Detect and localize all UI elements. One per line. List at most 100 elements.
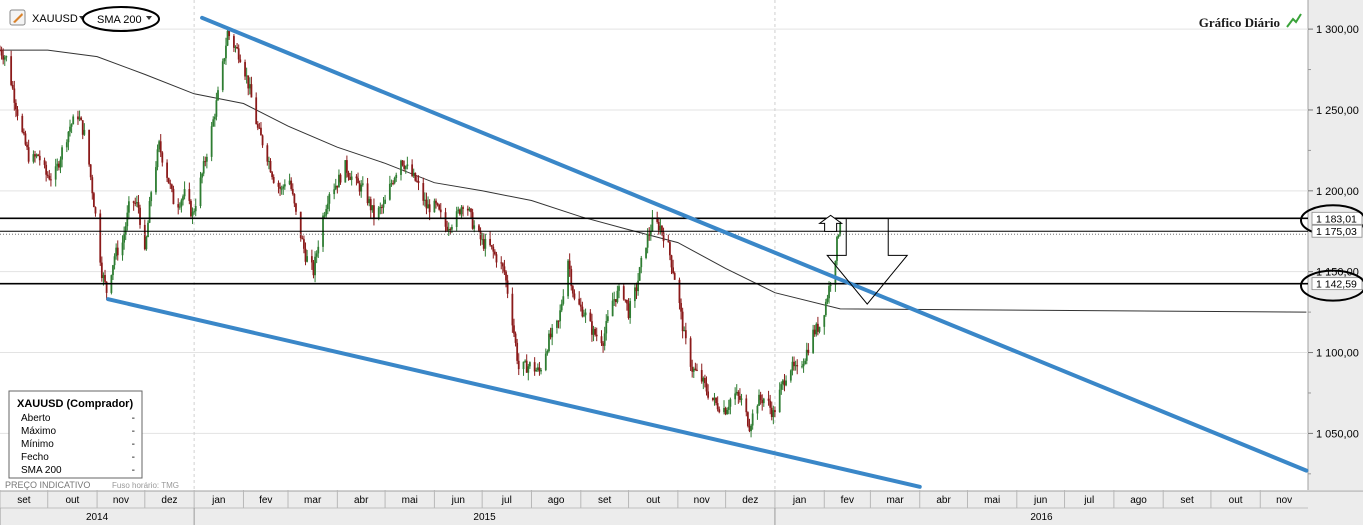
candle-body <box>112 265 114 276</box>
candle-body <box>500 262 503 264</box>
candle-body <box>69 126 71 132</box>
x-tick-label: dez <box>742 495 758 506</box>
candle-body <box>783 380 786 386</box>
candle-body <box>269 160 272 173</box>
symbol-label[interactable]: XAUUSD <box>32 13 78 25</box>
candle-body <box>92 193 95 208</box>
candle-body <box>462 207 464 209</box>
candle-body <box>522 361 525 370</box>
candle-body <box>602 343 604 346</box>
candle-body <box>723 408 725 413</box>
candle-body <box>727 406 730 410</box>
candle-body <box>400 160 402 175</box>
candle-body <box>659 225 662 231</box>
candle-body <box>371 205 374 211</box>
year-label: 2015 <box>473 512 496 523</box>
candle-body <box>255 97 258 125</box>
candle-body <box>694 368 697 370</box>
candle-body <box>735 391 738 394</box>
candle-body <box>716 403 719 410</box>
candle-body <box>559 310 562 322</box>
candle-body <box>306 256 309 262</box>
candle-body <box>350 176 353 180</box>
x-tick-label: nov <box>694 495 710 506</box>
candle-body <box>583 315 585 317</box>
candle-body <box>780 384 783 390</box>
candle-body <box>56 163 59 167</box>
candle-body <box>734 393 737 400</box>
candle-body <box>626 299 628 304</box>
candle-body <box>818 326 821 332</box>
candle-body <box>132 201 135 203</box>
candle-body <box>490 245 493 247</box>
candle-body <box>104 275 106 282</box>
candle-body <box>182 196 184 201</box>
candle-body <box>513 325 515 334</box>
candle-body <box>143 224 146 250</box>
candle-body <box>778 389 781 413</box>
candle-body <box>640 257 643 268</box>
candle-body <box>439 209 442 213</box>
x-tick-label: set <box>17 495 31 506</box>
candle-body <box>740 398 743 400</box>
candle-body <box>279 186 281 189</box>
candle-body <box>155 167 157 193</box>
candle-body <box>481 239 484 241</box>
chart-background <box>0 0 1363 525</box>
candle-body <box>150 192 153 202</box>
candle-body <box>412 172 415 176</box>
candle-body <box>83 129 86 135</box>
candle-body <box>99 213 102 263</box>
candle-body <box>417 180 420 184</box>
candle-body <box>380 207 383 209</box>
candle-body <box>54 166 57 180</box>
price-chart[interactable]: 1 050,001 100,001 150,001 200,001 250,00… <box>0 0 1363 525</box>
candle-body <box>670 255 673 268</box>
candle-body <box>116 247 119 256</box>
info-row-value: - <box>132 452 135 463</box>
candle-body <box>505 271 507 281</box>
info-row-value: - <box>132 426 135 437</box>
x-tick-label: jul <box>1083 495 1094 506</box>
candle-body <box>471 212 474 229</box>
candle-body <box>584 312 587 316</box>
candle-body <box>715 397 717 404</box>
candle-body <box>193 211 196 213</box>
candle-body <box>339 174 342 183</box>
candle-body <box>600 336 603 344</box>
candle-body <box>489 238 492 246</box>
candle-body <box>813 329 816 335</box>
candle-body <box>428 204 431 213</box>
candle-body <box>423 199 426 201</box>
candle-body <box>700 370 703 382</box>
candle-body <box>470 208 472 213</box>
candle-body <box>190 200 192 217</box>
candle-body <box>824 301 827 316</box>
candle-body <box>349 176 351 180</box>
price-type-label: PREÇO INDICATIVO <box>5 480 90 490</box>
indicator-label[interactable]: SMA 200 <box>97 14 142 26</box>
candle-body <box>538 367 541 372</box>
candle-body <box>411 164 414 176</box>
candle-body <box>839 222 842 235</box>
candle-body <box>447 228 450 231</box>
candle-body <box>328 194 331 204</box>
candle-body <box>594 328 597 335</box>
candle-body <box>61 147 63 160</box>
x-tick-label: out <box>1229 495 1243 506</box>
candle-body <box>802 364 805 367</box>
candle-body <box>3 57 6 60</box>
x-tick-label: out <box>646 495 660 506</box>
candle-body <box>288 180 291 185</box>
info-row-label: Máximo <box>21 426 56 437</box>
candle-body <box>750 425 752 432</box>
x-tick-label: jul <box>501 495 512 506</box>
candle-body <box>438 204 441 210</box>
candle-body <box>78 117 81 120</box>
candle-body <box>217 90 219 101</box>
candle-body <box>228 30 231 37</box>
x-tick-label: set <box>1180 495 1194 506</box>
candle-body <box>148 201 151 223</box>
candle-body <box>395 174 398 178</box>
candle-body <box>514 333 517 343</box>
